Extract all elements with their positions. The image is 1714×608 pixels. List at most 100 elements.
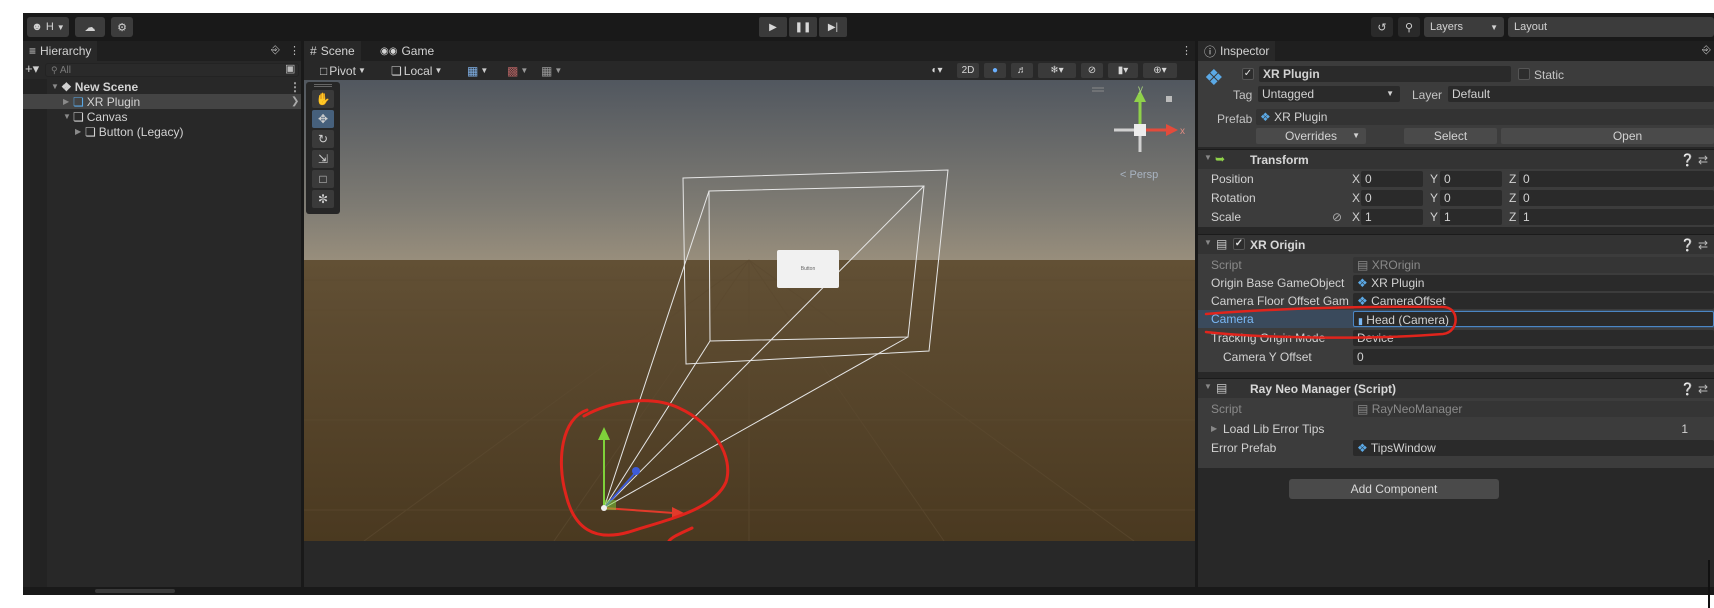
help-icon[interactable]: ❔: [1680, 238, 1695, 252]
gamepad-icon: ◉◉: [380, 45, 398, 57]
collapse-arrow-icon: ▼: [1204, 153, 1212, 162]
hidden-objects-toggle[interactable]: ⊘: [1081, 63, 1103, 78]
scene-row[interactable]: ▼ ❖ New Scene ⋮: [23, 79, 301, 94]
grid-snap-icon: ▦: [467, 63, 479, 78]
tag-dropdown[interactable]: Untagged ▼: [1258, 86, 1400, 102]
object-name-field[interactable]: XR Plugin: [1259, 66, 1511, 82]
transform-header[interactable]: ▼ ➥ Transform ❔ ⇄: [1198, 149, 1714, 169]
add-icon[interactable]: +▾: [25, 61, 39, 77]
scale-y-field[interactable]: 1: [1440, 209, 1502, 225]
transform-tool-button[interactable]: ✼: [312, 190, 334, 208]
canvas-button-preview[interactable]: Button: [777, 250, 839, 288]
pause-icon: ❚❚: [794, 21, 812, 33]
local-icon: ❏: [391, 63, 402, 78]
collab-button[interactable]: ⚙: [111, 17, 133, 37]
layout-dropdown[interactable]: Layout: [1508, 17, 1714, 37]
active-checkbox[interactable]: ✓: [1242, 68, 1254, 80]
lighting-toggle[interactable]: ●: [984, 63, 1006, 78]
history-button[interactable]: ↺: [1371, 17, 1393, 37]
settings-icon[interactable]: ⇄: [1698, 153, 1708, 167]
kebab-menu-icon[interactable]: ⋮: [1181, 44, 1192, 57]
lock-icon[interactable]: ⎆: [271, 44, 280, 57]
2d-toggle[interactable]: 2D: [957, 63, 979, 78]
collapsed-arrow-icon: ▶: [63, 97, 70, 106]
rect-tool-button[interactable]: □: [312, 170, 334, 188]
prefab-field[interactable]: ❖ XR Plugin: [1256, 109, 1714, 125]
rotation-y-field[interactable]: 0: [1440, 190, 1502, 206]
open-button[interactable]: Open: [1501, 128, 1714, 144]
gameobject-icon: ❏: [73, 109, 84, 124]
tab-game[interactable]: ◉◉ Game: [374, 41, 441, 61]
grid-snap-dropdown[interactable]: ▦ ▼: [467, 63, 488, 78]
lock-icon[interactable]: [1166, 96, 1172, 102]
load-lib-count-field[interactable]: 1: [1534, 421, 1714, 437]
local-dropdown[interactable]: ❏ Local ▼: [391, 63, 442, 78]
xr-origin-header[interactable]: ▼ ▤ ✓ XR Origin ❔ ⇄: [1198, 234, 1714, 254]
settings-icon[interactable]: ⇄: [1698, 238, 1708, 252]
list-item[interactable]: ▶ ❏ Button (Legacy): [23, 124, 301, 139]
tab-hierarchy[interactable]: ≡ Hierarchy: [23, 41, 98, 61]
layer-dropdown[interactable]: Default: [1448, 86, 1714, 102]
scene-viewport[interactable]: y x ✋ ✥ ↻ ⇲ □ ✼ Button < Persp: [304, 80, 1195, 541]
snap-increment-dropdown[interactable]: ▩ ▼: [507, 63, 528, 78]
list-item[interactable]: ▶ ❏ XR Plugin ❯: [23, 94, 301, 109]
xr-origin-enabled-checkbox[interactable]: ✓: [1233, 238, 1245, 250]
ray-neo-header[interactable]: ▼ ▤ Ray Neo Manager (Script) ❔ ⇄: [1198, 378, 1714, 398]
chevron-down-icon: ▼: [56, 22, 65, 32]
play-button[interactable]: ▶: [759, 17, 787, 37]
gizmos-dropdown[interactable]: ⊕▾: [1143, 63, 1177, 78]
layers-dropdown[interactable]: Layers ▼: [1424, 17, 1504, 37]
move-tool-button[interactable]: ✥: [312, 110, 334, 128]
tab-inspector[interactable]: ⓘ Inspector: [1198, 41, 1276, 61]
constrain-proportions-icon[interactable]: ⊘: [1332, 210, 1342, 224]
scene-visibility-icon[interactable]: ▣: [285, 62, 295, 75]
effects-dropdown[interactable]: ❄▾: [1038, 63, 1076, 78]
tab-scene[interactable]: # Scene: [304, 41, 361, 61]
search-button[interactable]: ⚲: [1398, 17, 1420, 37]
error-prefab-field[interactable]: ❖ TipsWindow: [1353, 440, 1714, 456]
static-checkbox[interactable]: [1518, 68, 1530, 80]
transform-icon: ✼: [317, 192, 329, 206]
position-y-field[interactable]: 0: [1440, 171, 1502, 187]
help-icon[interactable]: ❔: [1680, 153, 1695, 167]
rotation-z-field[interactable]: 0: [1519, 190, 1714, 206]
help-icon[interactable]: ❔: [1680, 382, 1695, 396]
scale-tool-button[interactable]: ⇲: [312, 150, 334, 168]
kebab-menu-icon[interactable]: ⋮: [289, 44, 300, 57]
draw-mode-dropdown[interactable]: ◐▾: [922, 63, 952, 78]
position-z-field[interactable]: 0: [1519, 171, 1714, 187]
effects-icon: ❄▾: [1050, 65, 1064, 76]
step-button[interactable]: ▶|: [819, 17, 847, 37]
gameobject-icon: ❏: [85, 124, 96, 139]
pause-button[interactable]: ❚❚: [789, 17, 817, 37]
scale-z-field[interactable]: 1: [1519, 209, 1714, 225]
settings-icon[interactable]: ⇄: [1698, 382, 1708, 396]
scrollbar[interactable]: [95, 589, 175, 593]
audio-toggle[interactable]: ♬: [1011, 63, 1033, 78]
rotate-tool-button[interactable]: ↻: [312, 130, 334, 148]
scene-panel: # Scene ◉◉ Game ⋮ □ Pivot ▼ ❏ Local ▼ ▦: [304, 41, 1195, 595]
ruler-icon: ▦: [541, 63, 553, 78]
position-x-field[interactable]: 0: [1361, 171, 1423, 187]
ruler-dropdown[interactable]: ▦ ▼: [541, 63, 562, 78]
kebab-menu-icon[interactable]: ⋮: [289, 80, 301, 94]
add-component-button[interactable]: Add Component: [1289, 479, 1499, 499]
list-item[interactable]: ▼ ❏ Canvas: [23, 109, 301, 124]
hand-tool-button[interactable]: ✋: [312, 90, 334, 108]
cloud-button[interactable]: ☁: [75, 17, 105, 37]
scale-x-field[interactable]: 1: [1361, 209, 1423, 225]
load-lib-row[interactable]: ▶ Load Lib Error Tips 1: [1198, 420, 1714, 438]
persp-label[interactable]: < Persp: [1120, 169, 1158, 181]
account-dropdown[interactable]: ☻ H ▼: [27, 17, 69, 37]
camera-dropdown[interactable]: ▮▾: [1108, 63, 1138, 78]
lock-icon[interactable]: ⎆: [1702, 44, 1711, 57]
select-button[interactable]: Select: [1404, 128, 1497, 144]
scene-toolbar: □ Pivot ▼ ❏ Local ▼ ▦ ▼ ▩ ▼ ▦ ▼ ◐▾ 2D ● …: [304, 61, 1195, 80]
drag-handle-icon[interactable]: [314, 84, 332, 87]
hierarchy-panel: ≡ Hierarchy ⎆ ⋮ +▾ ⚲ All ▣ ▼ ❖ New Scene…: [23, 41, 301, 595]
hierarchy-search-input[interactable]: ⚲ All: [45, 63, 299, 77]
pivot-dropdown[interactable]: □ Pivot ▼: [320, 63, 366, 78]
hierarchy-header: ≡ Hierarchy ⎆ ⋮: [23, 41, 301, 61]
rotation-x-field[interactable]: 0: [1361, 190, 1423, 206]
overrides-dropdown[interactable]: Overrides ▼: [1256, 128, 1366, 144]
